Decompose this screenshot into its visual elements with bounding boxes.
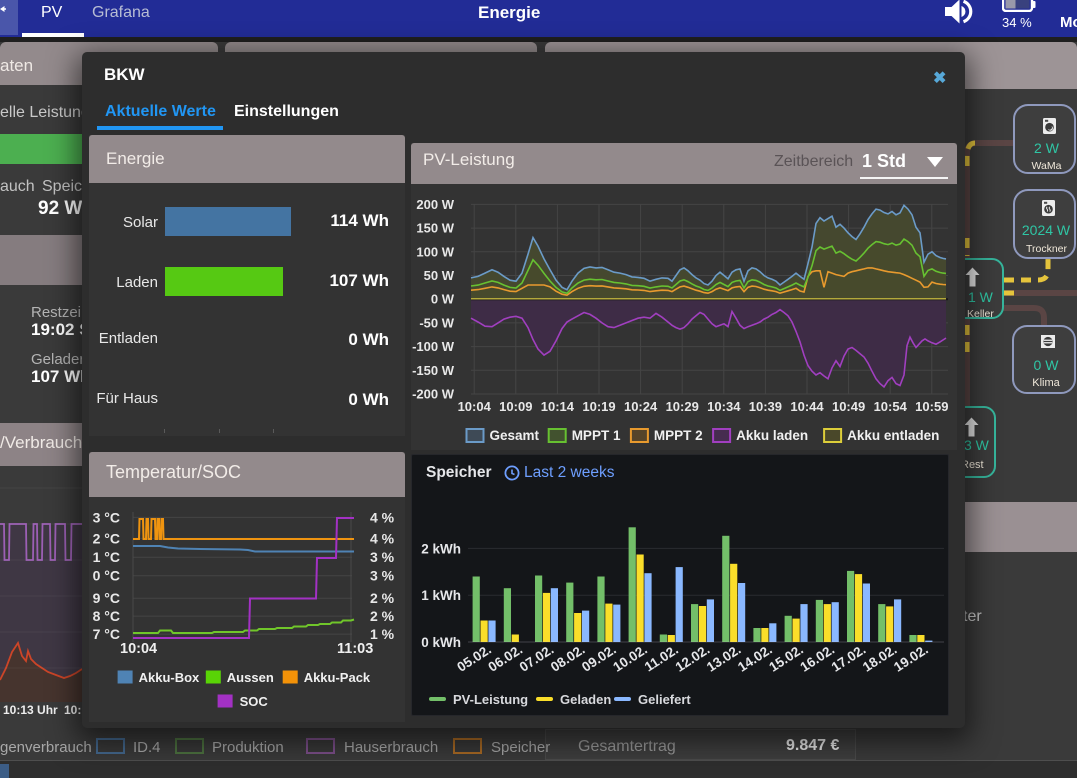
svg-text:100 W: 100 W bbox=[416, 244, 454, 259]
svg-text:Gesamt: Gesamt bbox=[490, 428, 540, 443]
svg-text:10:59: 10:59 bbox=[915, 399, 948, 414]
svg-text:2 °C: 2 °C bbox=[93, 530, 120, 546]
svg-text:MPPT 1: MPPT 1 bbox=[572, 428, 621, 443]
svg-text:7 °C: 7 °C bbox=[93, 626, 120, 642]
svg-text:16.02.: 16.02. bbox=[798, 642, 838, 675]
svg-text:10:04: 10:04 bbox=[458, 399, 492, 414]
svg-text:MPPT 2: MPPT 2 bbox=[654, 428, 703, 443]
svg-text:-50 W: -50 W bbox=[419, 315, 454, 330]
svg-text:8 °C: 8 °C bbox=[93, 608, 120, 624]
svg-text:2 %: 2 % bbox=[370, 590, 395, 606]
svg-text:9 °C: 9 °C bbox=[93, 590, 120, 606]
svg-text:4 %: 4 % bbox=[370, 509, 395, 525]
svg-text:11.02.: 11.02. bbox=[642, 642, 681, 675]
svg-text:19.02.: 19.02. bbox=[891, 642, 931, 675]
svg-text:Geladen: Geladen bbox=[560, 692, 611, 707]
svg-text:12.02.: 12.02. bbox=[673, 642, 713, 675]
svg-text:Aussen: Aussen bbox=[227, 670, 274, 685]
svg-text:0 °C: 0 °C bbox=[93, 568, 120, 584]
svg-text:10:29: 10:29 bbox=[666, 399, 699, 414]
svg-text:Akku-Pack: Akku-Pack bbox=[304, 670, 371, 685]
svg-text:4 %: 4 % bbox=[370, 530, 395, 546]
svg-text:17.02.: 17.02. bbox=[829, 642, 869, 675]
svg-text:PV-Leistung: PV-Leistung bbox=[453, 692, 528, 707]
svg-text:06.02.: 06.02. bbox=[486, 642, 526, 675]
svg-text:Akku-Box: Akku-Box bbox=[139, 670, 200, 685]
svg-text:1 kWh: 1 kWh bbox=[421, 588, 461, 603]
svg-text:-150 W: -150 W bbox=[412, 363, 455, 378]
svg-text:18.02.: 18.02. bbox=[860, 642, 900, 675]
svg-text:11:03: 11:03 bbox=[337, 641, 373, 657]
svg-text:Akku entladen: Akku entladen bbox=[847, 428, 939, 443]
svg-text:10:49: 10:49 bbox=[832, 399, 865, 414]
svg-text:10:39: 10:39 bbox=[749, 399, 782, 414]
svg-text:10:19: 10:19 bbox=[582, 399, 615, 414]
svg-text:08.02.: 08.02. bbox=[548, 642, 588, 675]
svg-text:-200 W: -200 W bbox=[412, 387, 455, 402]
svg-text:0 W: 0 W bbox=[431, 292, 455, 307]
svg-text:10:24: 10:24 bbox=[624, 399, 658, 414]
svg-text:Geliefert: Geliefert bbox=[638, 692, 691, 707]
svg-text:2 kWh: 2 kWh bbox=[421, 541, 461, 556]
svg-text:1 %: 1 % bbox=[370, 626, 395, 642]
svg-text:150 W: 150 W bbox=[416, 221, 454, 236]
svg-text:2 %: 2 % bbox=[370, 608, 395, 624]
svg-text:10:09: 10:09 bbox=[499, 399, 532, 414]
svg-text:14.02.: 14.02. bbox=[735, 642, 775, 675]
svg-text:3 °C: 3 °C bbox=[93, 509, 120, 525]
svg-text:3 %: 3 % bbox=[370, 549, 395, 565]
svg-text:10:04: 10:04 bbox=[120, 641, 157, 657]
svg-text:200 W: 200 W bbox=[416, 197, 454, 212]
svg-text:10:44: 10:44 bbox=[790, 399, 824, 414]
svg-text:50 W: 50 W bbox=[424, 268, 455, 283]
svg-text:10:34: 10:34 bbox=[707, 399, 741, 414]
svg-text:-100 W: -100 W bbox=[412, 339, 455, 354]
svg-text:3 %: 3 % bbox=[370, 568, 395, 584]
svg-text:13.02.: 13.02. bbox=[704, 642, 744, 675]
svg-text:1 °C: 1 °C bbox=[93, 549, 120, 565]
svg-text:10:14: 10:14 bbox=[541, 399, 575, 414]
svg-text:15.02.: 15.02. bbox=[766, 642, 806, 675]
svg-text:10.02.: 10.02. bbox=[610, 642, 650, 675]
svg-text:0 kWh: 0 kWh bbox=[421, 635, 461, 650]
svg-text:09.02.: 09.02. bbox=[579, 642, 619, 675]
svg-text:SOC: SOC bbox=[240, 694, 269, 709]
svg-text:Akku laden: Akku laden bbox=[736, 428, 808, 443]
svg-text:07.02.: 07.02. bbox=[517, 642, 557, 675]
svg-text:10:54: 10:54 bbox=[874, 399, 908, 414]
